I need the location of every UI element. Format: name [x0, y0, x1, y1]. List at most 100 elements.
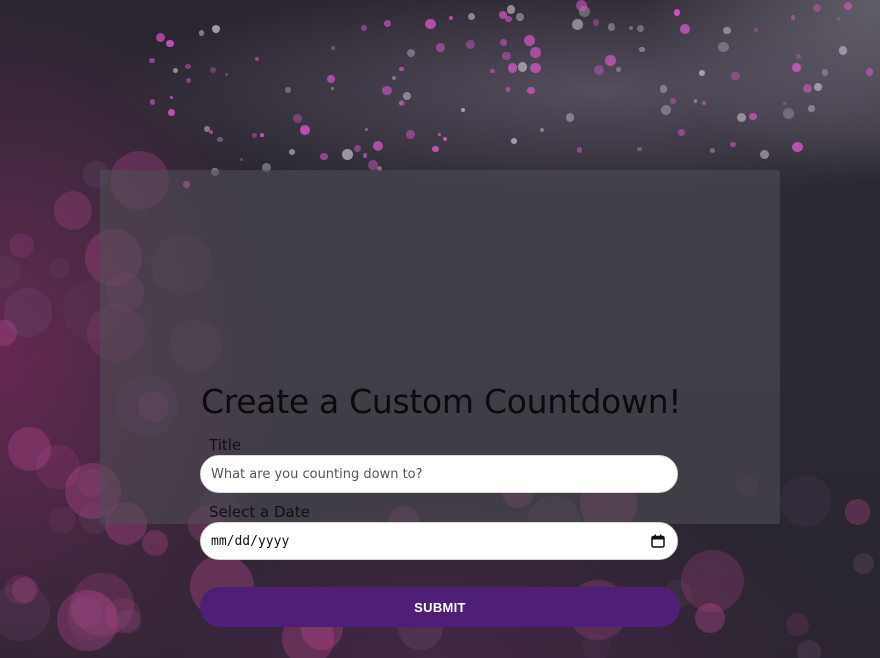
- bokeh-dot: [437, 133, 441, 137]
- bokeh-dot: [288, 148, 295, 155]
- bokeh-dot: [673, 9, 681, 17]
- bokeh-dot: [852, 552, 874, 574]
- date-input[interactable]: mm/dd/yyyy: [200, 522, 678, 560]
- bokeh-dot: [368, 160, 378, 170]
- bokeh-dot: [681, 549, 744, 613]
- bokeh-dot: [639, 46, 645, 53]
- bokeh-dot: [592, 19, 600, 27]
- bokeh-dot: [239, 158, 243, 162]
- bokeh-dot: [432, 145, 439, 153]
- bokeh-dot: [803, 83, 813, 93]
- bokeh-dot: [678, 129, 686, 137]
- bokeh-dot: [844, 2, 853, 10]
- bokeh-dot: [731, 71, 740, 80]
- bokeh-dot: [510, 137, 518, 145]
- bokeh-dot: [48, 258, 70, 279]
- bokeh-dot: [701, 100, 707, 106]
- bokeh-dot: [792, 63, 802, 72]
- bokeh-dot: [812, 3, 821, 12]
- bokeh-dot: [209, 66, 217, 74]
- bokeh-dot: [185, 63, 191, 70]
- bokeh-dot: [813, 82, 822, 91]
- bokeh-dot: [173, 68, 179, 74]
- bokeh-dot: [699, 69, 705, 76]
- bokeh-dot: [208, 129, 213, 134]
- bokeh-dot: [637, 25, 644, 33]
- bokeh-dot: [517, 62, 527, 72]
- bokeh-dot: [797, 640, 822, 658]
- bokeh-dot: [506, 5, 516, 14]
- bokeh-dot: [529, 46, 541, 58]
- bokeh-dot: [515, 12, 524, 21]
- bokeh-dot: [616, 67, 621, 72]
- bokeh-dot: [572, 19, 583, 31]
- bokeh-dot: [8, 233, 35, 259]
- bokeh-dot: [790, 15, 796, 20]
- bokeh-dot: [680, 24, 690, 34]
- bokeh-dot: [527, 86, 535, 95]
- bokeh-dot: [490, 69, 495, 74]
- bokeh-dot: [500, 39, 508, 47]
- bokeh-dot: [53, 191, 93, 230]
- bokeh-dot: [723, 26, 732, 35]
- bokeh-dot: [442, 136, 447, 141]
- calendar-icon[interactable]: [651, 534, 665, 548]
- bokeh-dot: [461, 108, 465, 112]
- bokeh-dot: [710, 147, 716, 153]
- bokeh-dot: [362, 152, 368, 158]
- bokeh-dot: [252, 133, 258, 138]
- bokeh-dot: [255, 56, 260, 61]
- bokeh-dot: [844, 499, 871, 525]
- bokeh-dot: [320, 152, 329, 161]
- bokeh-dot: [224, 73, 229, 77]
- bokeh-dot: [0, 256, 22, 288]
- bokeh-dot: [167, 108, 176, 117]
- bokeh-dot: [808, 105, 815, 112]
- bokeh-dot: [406, 129, 416, 140]
- bokeh-dot: [637, 146, 642, 152]
- bokeh-dot: [169, 95, 173, 99]
- bokeh-dot: [7, 427, 52, 471]
- bokeh-dot: [372, 140, 384, 151]
- bokeh-dot: [156, 32, 166, 43]
- bokeh-dot: [149, 57, 155, 64]
- bokeh-dot: [718, 41, 729, 53]
- bokeh-dot: [749, 112, 757, 121]
- bokeh-dot: [792, 141, 803, 153]
- bokeh-dot: [565, 113, 575, 123]
- bokeh-dot: [628, 25, 634, 31]
- bokeh-dot: [540, 127, 545, 132]
- bokeh-dot: [149, 99, 156, 105]
- bokeh-dot: [507, 63, 517, 73]
- bokeh-dot: [360, 25, 367, 32]
- bokeh-dot: [466, 40, 476, 50]
- bokeh-dot: [530, 63, 541, 74]
- bokeh-dot: [354, 144, 362, 152]
- title-input[interactable]: [200, 455, 678, 493]
- bokeh-dot: [523, 35, 535, 47]
- bokeh-dot: [141, 530, 168, 557]
- date-label: Select a Date: [209, 503, 310, 521]
- bokeh-dot: [435, 43, 445, 52]
- bokeh-dot: [576, 146, 583, 153]
- form-heading: Create a Custom Countdown!: [201, 382, 682, 421]
- bokeh-dot: [505, 86, 511, 92]
- bokeh-dot: [425, 18, 436, 29]
- bokeh-dot: [391, 75, 396, 80]
- bokeh-dot: [659, 85, 668, 93]
- bokeh-dot: [399, 66, 405, 72]
- bokeh-dot: [759, 149, 769, 159]
- bokeh-dot: [502, 51, 511, 61]
- bokeh-dot: [166, 40, 174, 48]
- bokeh-dot: [330, 87, 334, 91]
- submit-button[interactable]: SUBMIT: [200, 587, 680, 627]
- bokeh-dot: [594, 64, 605, 75]
- bokeh-dot: [285, 87, 291, 93]
- countdown-form-panel: Create a Custom Countdown! Title Select …: [100, 170, 780, 627]
- bokeh-dot: [467, 12, 476, 21]
- bokeh-dot: [780, 475, 832, 527]
- bokeh-dot: [402, 92, 411, 101]
- bokeh-dot: [865, 68, 874, 76]
- bokeh-dot: [604, 55, 616, 66]
- bokeh-dot: [821, 69, 829, 76]
